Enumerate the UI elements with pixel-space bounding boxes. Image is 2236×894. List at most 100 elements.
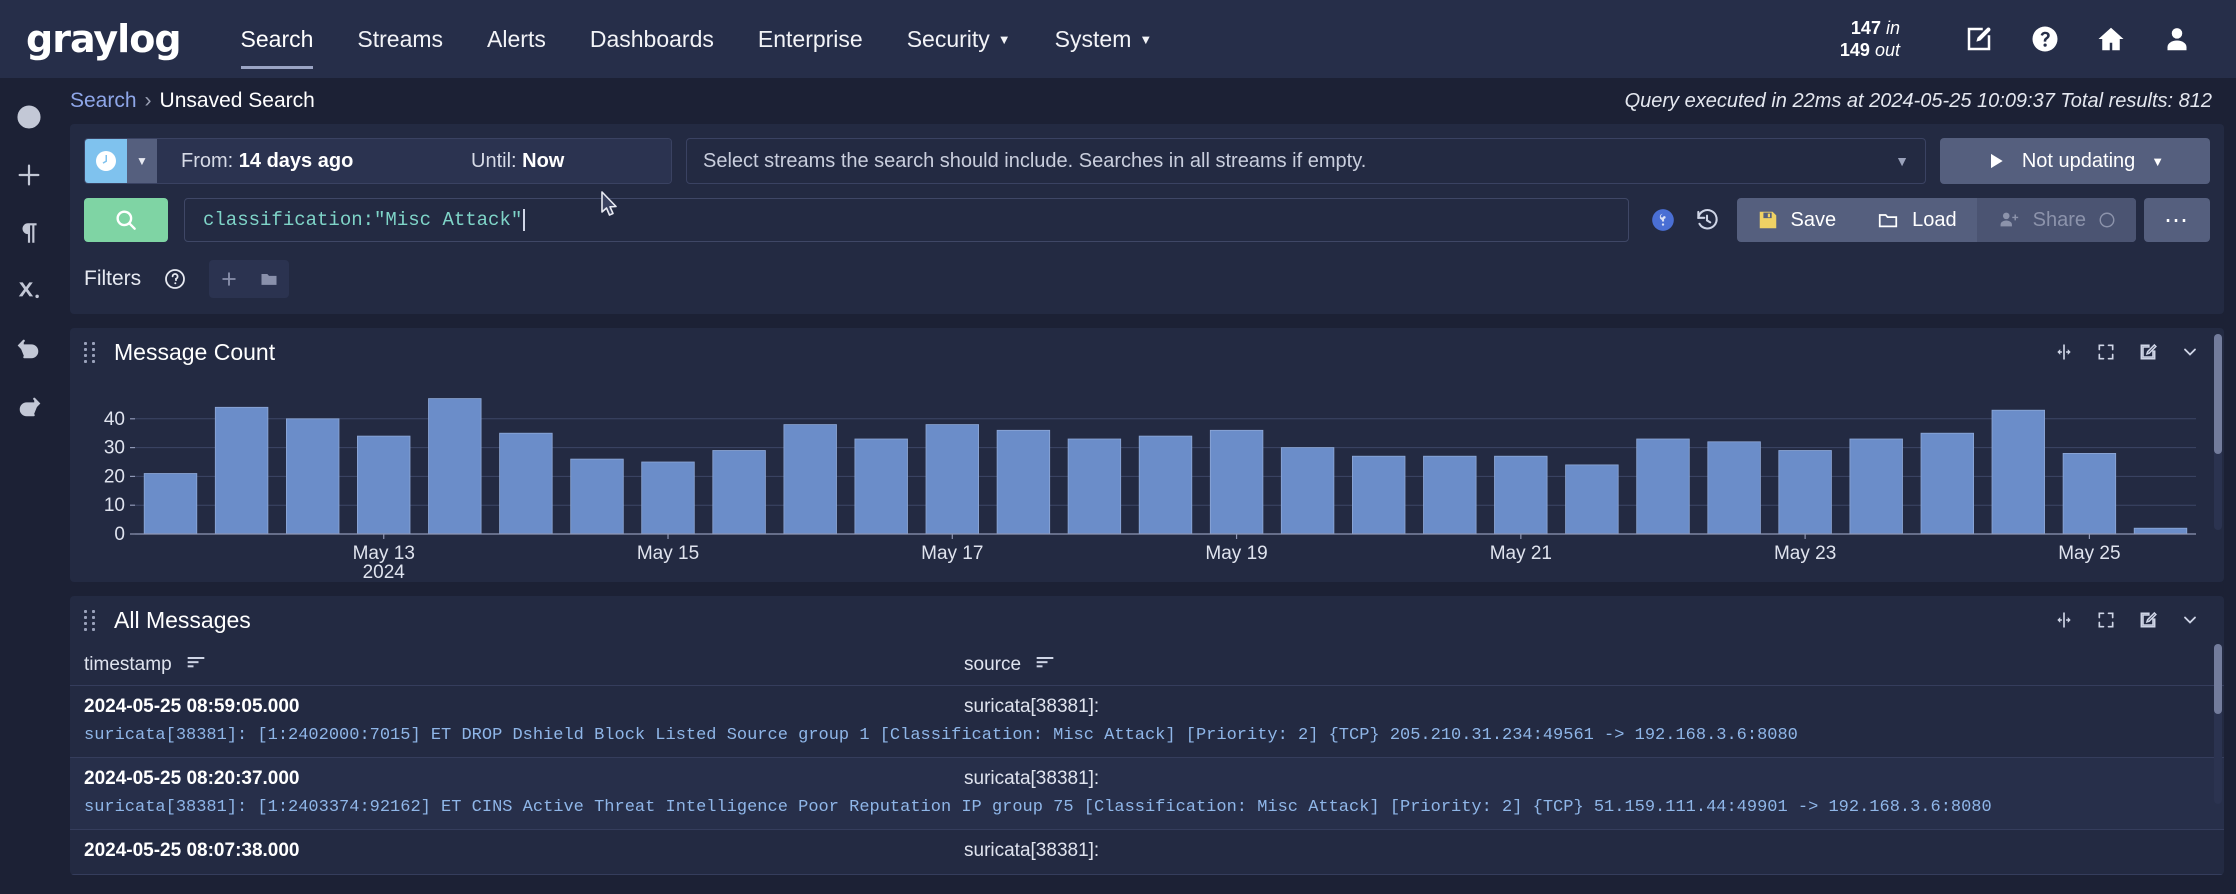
breadcrumb-row: Search › Unsaved Search Query executed in … <box>58 78 2236 124</box>
timerange-until[interactable]: Until: Now <box>447 150 564 173</box>
chevron-down-icon[interactable]: ▼ <box>1895 153 1909 169</box>
nav-item-security[interactable]: Security ▼ <box>885 20 1033 59</box>
bar[interactable] <box>925 424 979 535</box>
nav-item-system[interactable]: System ▼ <box>1033 20 1175 59</box>
save-button[interactable]: Save <box>1737 198 1857 242</box>
bar[interactable] <box>285 418 340 535</box>
play-icon <box>1990 153 2003 169</box>
messages-scrollbar[interactable] <box>2214 644 2222 804</box>
chevron-down-icon[interactable]: ▼ <box>1139 32 1152 47</box>
chevron-down-icon[interactable]: ▼ <box>2151 154 2164 169</box>
message-count-chart[interactable]: 0 10 20 30 40 May 13 2024 May 15 May 17 May 19 May… <box>70 376 2224 582</box>
bar[interactable] <box>1423 455 1477 535</box>
bar[interactable] <box>1209 429 1264 535</box>
table-row[interactable]: 2024-05-25 08:20:37.000 suricata[38381]: s… <box>70 758 2224 830</box>
collapse-widget-icon[interactable] <box>2172 335 2208 369</box>
fullscreen-icon[interactable] <box>2088 335 2124 369</box>
chart-scrollbar[interactable] <box>2214 334 2222 530</box>
bar[interactable] <box>1707 441 1761 535</box>
filter-folder-icon[interactable] <box>249 260 289 298</box>
refresh-controls[interactable]: Not updating ▼ <box>1940 138 2210 184</box>
nav-item-search[interactable]: Search <box>219 20 336 69</box>
more-options-button[interactable]: ⋯ <box>2144 198 2210 242</box>
drag-handle-icon[interactable] <box>82 609 100 631</box>
load-button[interactable]: Load <box>1856 198 1977 242</box>
edit-widget-icon[interactable] <box>2130 335 2166 369</box>
plus-icon[interactable] <box>6 150 52 200</box>
all-messages-title: All Messages <box>114 606 251 633</box>
bar[interactable] <box>1636 438 1690 535</box>
query-history-icon[interactable] <box>1685 198 1729 242</box>
resize-icon[interactable] <box>2046 603 2082 637</box>
search-button[interactable] <box>84 198 168 242</box>
clear-x-icon[interactable] <box>6 266 52 316</box>
undo-icon[interactable] <box>6 324 52 374</box>
home-icon[interactable] <box>2078 15 2144 63</box>
sort-icon[interactable] <box>186 655 206 674</box>
share-help-icon <box>2099 212 2115 228</box>
add-filter-icon[interactable] <box>209 260 249 298</box>
bar[interactable] <box>1494 455 1548 535</box>
user-icon[interactable] <box>2144 15 2210 63</box>
bar[interactable] <box>641 461 695 535</box>
bar[interactable] <box>2062 453 2117 535</box>
bar[interactable] <box>1280 447 1335 535</box>
timerange-dropdown-toggle[interactable]: ▼ <box>127 139 157 183</box>
bar[interactable] <box>570 458 624 535</box>
search-bar-panel: ▼ From: 14 days ago Until: Now Select st… <box>70 124 2224 314</box>
bar[interactable] <box>783 424 837 535</box>
info-icon[interactable] <box>6 92 52 142</box>
timerange-selector[interactable]: ▼ From: 14 days ago Until: Now <box>84 138 672 184</box>
bar[interactable] <box>1920 432 1974 535</box>
column-source[interactable]: source <box>964 654 1055 676</box>
query-help-icon[interactable] <box>1641 198 1685 242</box>
redo-icon[interactable] <box>6 382 52 432</box>
nav-item-alerts[interactable]: Alerts <box>465 20 568 59</box>
bar[interactable] <box>214 406 269 535</box>
bar[interactable] <box>1138 435 1193 535</box>
table-row[interactable]: 2024-05-25 08:07:38.000 suricata[38381]: <box>70 830 2224 875</box>
floppy-icon <box>1759 211 1776 229</box>
bar[interactable] <box>996 429 1051 535</box>
nav-item-enterprise[interactable]: Enterprise <box>736 20 885 59</box>
timerange-from[interactable]: From: 14 days ago <box>157 150 447 173</box>
bar[interactable] <box>1778 450 1832 535</box>
edit-widget-icon[interactable] <box>2130 603 2166 637</box>
stream-selector[interactable]: Select streams the search should include… <box>686 138 1926 184</box>
nav-item-dashboards[interactable]: Dashboards <box>568 20 736 59</box>
search-query-input[interactable]: classification:"Misc Attack" <box>184 198 1629 242</box>
chevron-down-icon[interactable]: ▼ <box>998 32 1011 47</box>
fullscreen-icon[interactable] <box>2088 603 2124 637</box>
bar[interactable] <box>1067 438 1122 535</box>
table-row[interactable]: 2024-05-25 08:59:05.000 suricata[38381]: s… <box>70 686 2224 758</box>
nav-item-streams[interactable]: Streams <box>335 20 465 59</box>
bar[interactable] <box>712 450 766 535</box>
clock-icon[interactable] <box>85 139 127 183</box>
breadcrumb-search-link[interactable]: Search <box>70 89 137 112</box>
bar[interactable] <box>854 438 908 535</box>
bar[interactable] <box>1352 455 1406 535</box>
timerange-fields[interactable]: From: 14 days ago Until: Now <box>157 139 671 183</box>
bar[interactable] <box>2133 527 2188 535</box>
breadcrumb: Search › Unsaved Search <box>70 89 315 113</box>
collapse-widget-icon[interactable] <box>2172 603 2208 637</box>
bar[interactable] <box>428 398 482 535</box>
share-user-icon <box>2000 212 2018 227</box>
paragraph-icon[interactable] <box>6 208 52 258</box>
query-row: classification:"Misc Attack" Save Load S… <box>84 198 2210 242</box>
resize-icon[interactable] <box>2046 335 2082 369</box>
edit-icon[interactable] <box>1946 15 2012 63</box>
filters-help-icon[interactable] <box>155 260 195 298</box>
bar[interactable] <box>1849 438 1903 535</box>
histogram-svg[interactable]: 0 10 20 30 40 May 132024 May 15 May 17 May 19 May… <box>80 380 2220 580</box>
bar[interactable] <box>143 473 198 535</box>
drag-handle-icon[interactable] <box>82 341 100 363</box>
column-timestamp[interactable]: timestamp <box>84 654 964 676</box>
bar[interactable] <box>1991 409 2045 535</box>
bar[interactable] <box>1565 464 1619 535</box>
sort-icon[interactable] <box>1035 655 1055 674</box>
help-icon[interactable] <box>2012 15 2078 63</box>
bar[interactable] <box>356 435 411 535</box>
graylog-logo[interactable]: graylog <box>26 17 182 61</box>
bar[interactable] <box>499 432 553 535</box>
